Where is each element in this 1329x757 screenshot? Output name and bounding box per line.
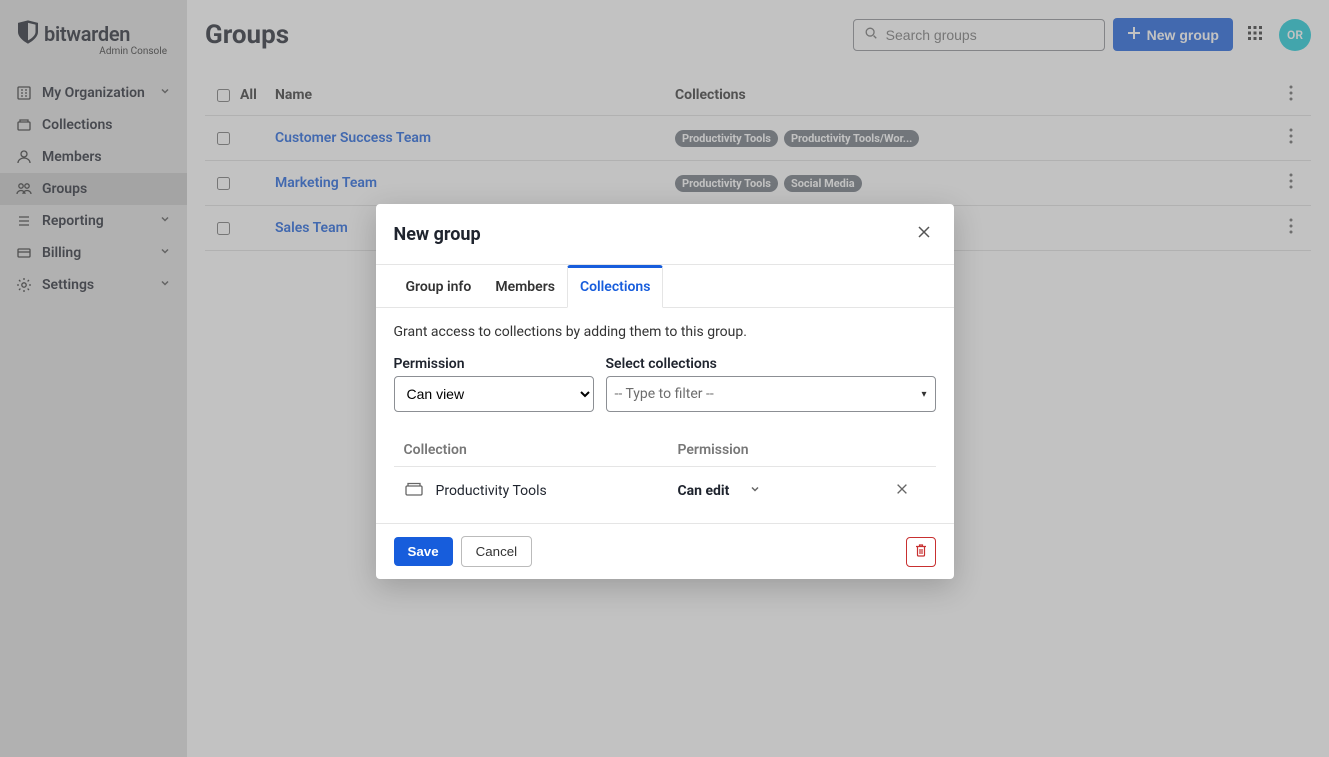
close-button[interactable]	[912, 220, 936, 248]
tab-collections[interactable]: Collections	[567, 265, 663, 308]
filter-placeholder: -- Type to filter --	[615, 386, 714, 402]
select-collections-label: Select collections	[606, 356, 936, 372]
permission-select[interactable]: Can view	[394, 376, 594, 412]
modal-title: New group	[394, 224, 481, 245]
modal-tabs: Group info Members Collections	[376, 265, 954, 308]
row-permission-value: Can edit	[678, 483, 730, 499]
tab-group-info[interactable]: Group info	[394, 265, 484, 307]
modal-footer: Save Cancel	[376, 523, 954, 579]
close-icon	[916, 228, 932, 244]
collections-table-header: Collection Permission	[394, 434, 936, 467]
permission-field: Permission Can view	[394, 356, 594, 412]
chevron-down-icon	[749, 483, 761, 499]
save-button[interactable]: Save	[394, 537, 453, 566]
trash-icon	[914, 543, 928, 561]
cancel-button[interactable]: Cancel	[461, 536, 533, 567]
modal-header: New group	[376, 204, 954, 265]
select-collections-field: Select collections -- Type to filter -- …	[606, 356, 936, 412]
modal-body: Grant access to collections by adding th…	[376, 308, 954, 523]
modal-description: Grant access to collections by adding th…	[394, 324, 936, 340]
row-permission-picker[interactable]: Can edit	[678, 483, 878, 499]
permission-label: Permission	[394, 356, 594, 372]
col-collection: Collection	[404, 442, 678, 458]
remove-collection-button[interactable]	[878, 482, 926, 500]
delete-button[interactable]	[906, 537, 936, 567]
new-group-modal: New group Group info Members Collections…	[376, 204, 954, 579]
collections-table-row: Productivity Tools Can edit	[394, 467, 936, 515]
col-permission: Permission	[678, 442, 878, 458]
tab-members[interactable]: Members	[483, 265, 567, 307]
collection-icon	[404, 481, 424, 501]
collection-name: Productivity Tools	[436, 483, 547, 499]
collections-filter-input[interactable]: -- Type to filter -- ▾	[606, 376, 936, 412]
caret-down-icon: ▾	[921, 389, 926, 400]
close-icon	[895, 482, 909, 500]
